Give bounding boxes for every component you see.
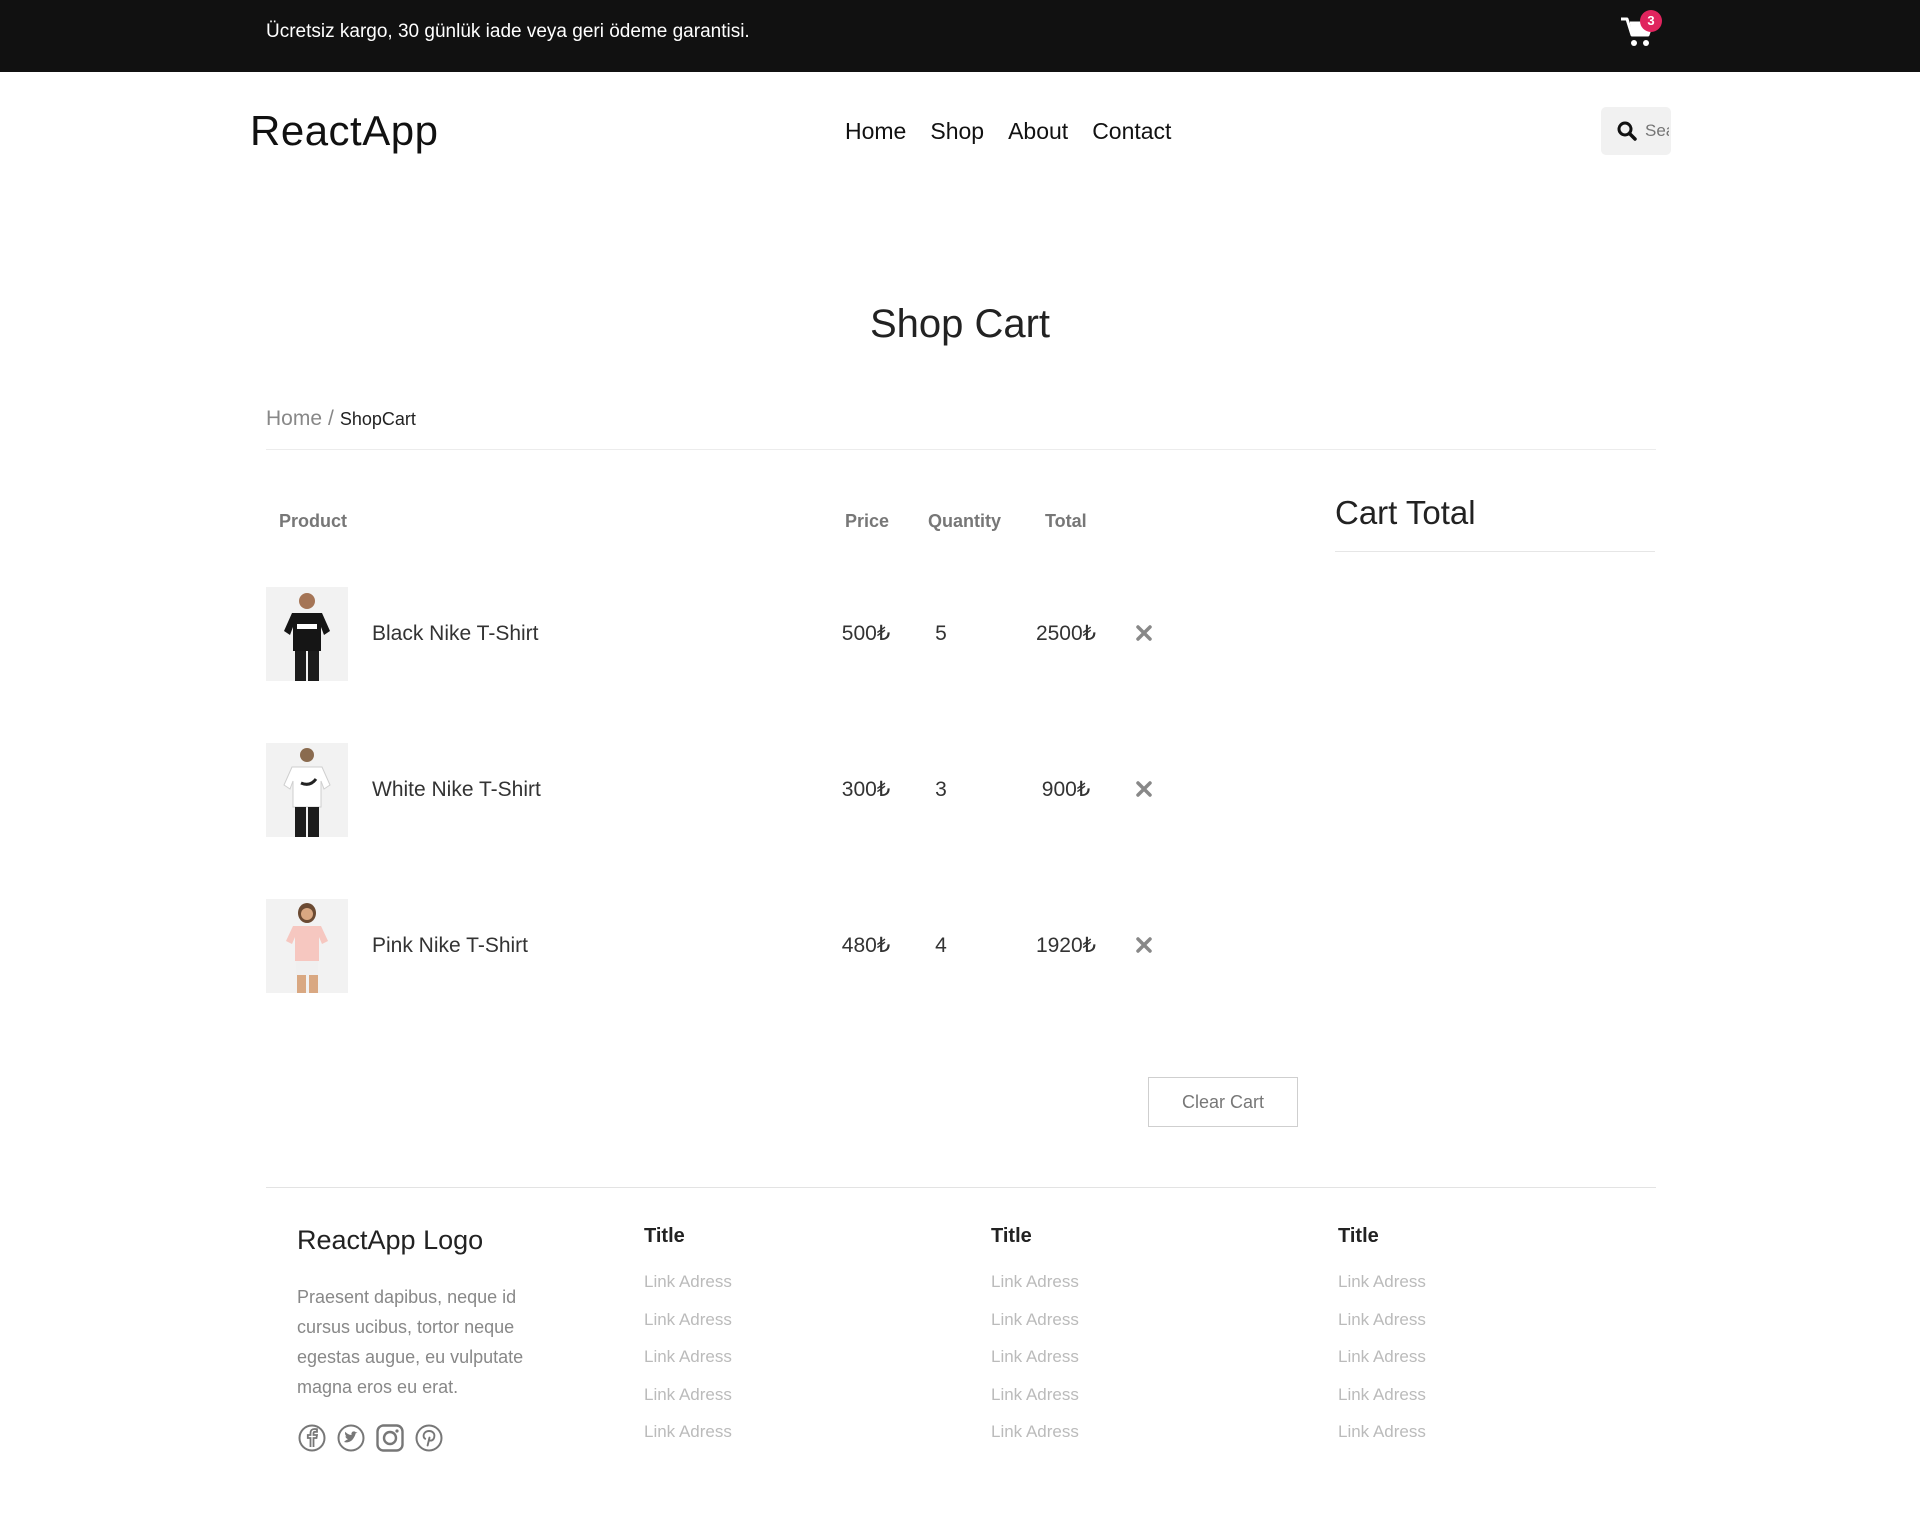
remove-item-icon[interactable] bbox=[1132, 777, 1156, 801]
footer-link[interactable]: Link Adress bbox=[991, 1421, 1079, 1443]
breadcrumb-home[interactable]: Home bbox=[266, 407, 322, 430]
footer-link[interactable]: Link Adress bbox=[644, 1309, 732, 1331]
product-quantity[interactable]: 5 bbox=[926, 620, 956, 648]
breadcrumb-current: ShopCart bbox=[339, 409, 416, 429]
footer-link[interactable]: Link Adress bbox=[1338, 1271, 1426, 1293]
breadcrumb-separator: / bbox=[328, 407, 334, 430]
remove-item-icon[interactable] bbox=[1132, 621, 1156, 645]
product-price: 300₺ bbox=[841, 778, 891, 801]
footer-link[interactable]: Link Adress bbox=[1338, 1421, 1426, 1443]
footer-logo[interactable]: ReactApp Logo bbox=[297, 1223, 483, 1257]
product-quantity[interactable]: 4 bbox=[926, 932, 956, 960]
product-price: 480₺ bbox=[841, 934, 891, 957]
footer-link[interactable]: Link Adress bbox=[991, 1271, 1079, 1293]
product-price: 500₺ bbox=[841, 622, 891, 645]
clear-cart-button[interactable]: Clear Cart bbox=[1148, 1077, 1298, 1127]
search-input[interactable] bbox=[1645, 119, 1669, 143]
logo-bold-text: App bbox=[362, 107, 439, 154]
product-total: 900₺ bbox=[1041, 778, 1091, 801]
nav-shop[interactable]: Shop bbox=[930, 116, 984, 146]
product-image-pink-tshirt[interactable] bbox=[266, 899, 348, 993]
logo-light-text: React bbox=[250, 107, 363, 154]
header-product: Product bbox=[279, 511, 348, 531]
cart-button[interactable]: 3 bbox=[1620, 10, 1664, 56]
footer-link[interactable]: Link Adress bbox=[991, 1346, 1079, 1368]
footer-divider bbox=[266, 1187, 1656, 1188]
footer-link[interactable]: Link Adress bbox=[644, 1271, 732, 1293]
twitter-icon[interactable] bbox=[336, 1423, 366, 1453]
social-links bbox=[297, 1423, 444, 1453]
footer-link[interactable]: Link Adress bbox=[1338, 1309, 1426, 1331]
pinterest-icon[interactable] bbox=[414, 1423, 444, 1453]
product-image-white-tshirt[interactable] bbox=[266, 743, 348, 837]
site-logo[interactable]: ReactApp bbox=[250, 104, 438, 158]
product-name[interactable]: Pink Nike T-Shirt bbox=[372, 932, 528, 960]
footer-link[interactable]: Link Adress bbox=[644, 1346, 732, 1368]
cart-row: Pink Nike T-Shirt 480₺ 4 1920₺ bbox=[266, 899, 1166, 993]
product-total: 1920₺ bbox=[1035, 934, 1097, 957]
nav-home[interactable]: Home bbox=[845, 116, 906, 146]
footer-column-title: Title bbox=[644, 1225, 685, 1247]
cart-row: White Nike T-Shirt 300₺ 3 900₺ bbox=[266, 743, 1166, 837]
product-name[interactable]: Black Nike T-Shirt bbox=[372, 620, 539, 648]
nav-about[interactable]: About bbox=[1008, 116, 1068, 146]
announcement-bar: Ücretsiz kargo, 30 günlük iade veya geri… bbox=[0, 0, 1920, 72]
page-title: Shop Cart bbox=[869, 302, 1051, 346]
nav-contact[interactable]: Contact bbox=[1092, 116, 1171, 146]
header-total: Total bbox=[1045, 511, 1087, 531]
footer-column: Title Link Adress Link Adress Link Adres… bbox=[991, 1223, 1079, 1459]
cart-row: Black Nike T-Shirt 500₺ 5 2500₺ bbox=[266, 587, 1166, 681]
main-nav: Home Shop About Contact bbox=[845, 116, 1171, 146]
product-total: 2500₺ bbox=[1035, 622, 1097, 645]
footer-link[interactable]: Link Adress bbox=[1338, 1384, 1426, 1406]
footer-column-title: Title bbox=[1338, 1225, 1379, 1247]
product-quantity[interactable]: 3 bbox=[926, 776, 956, 804]
cart-count-badge: 3 bbox=[1640, 10, 1662, 32]
instagram-icon[interactable] bbox=[375, 1423, 405, 1453]
announcement-text: Ücretsiz kargo, 30 günlük iade veya geri… bbox=[266, 21, 750, 42]
footer-link[interactable]: Link Adress bbox=[1338, 1346, 1426, 1368]
footer-column-title: Title bbox=[991, 1225, 1032, 1247]
facebook-icon[interactable] bbox=[297, 1423, 327, 1453]
product-name[interactable]: White Nike T-Shirt bbox=[372, 776, 541, 804]
breadcrumb: Home / ShopCart bbox=[266, 405, 416, 433]
footer-link[interactable]: Link Adress bbox=[644, 1421, 732, 1443]
footer-column: Title Link Adress Link Adress Link Adres… bbox=[644, 1223, 732, 1459]
remove-item-icon[interactable] bbox=[1132, 933, 1156, 957]
header-quantity: Quantity bbox=[928, 511, 1002, 531]
footer-column: Title Link Adress Link Adress Link Adres… bbox=[1338, 1223, 1426, 1459]
footer-description: Praesent dapibus, neque id cursus ucibus… bbox=[297, 1287, 524, 1397]
footer-link[interactable]: Link Adress bbox=[644, 1384, 732, 1406]
search-icon[interactable] bbox=[1617, 121, 1637, 141]
search-box bbox=[1601, 107, 1671, 155]
cart-total-title: Cart Total bbox=[1335, 494, 1476, 531]
product-image-black-tshirt[interactable] bbox=[266, 587, 348, 681]
divider bbox=[266, 449, 1656, 450]
divider bbox=[1335, 551, 1655, 552]
footer-link[interactable]: Link Adress bbox=[991, 1384, 1079, 1406]
footer-link[interactable]: Link Adress bbox=[991, 1309, 1079, 1331]
header-price: Price bbox=[845, 511, 890, 531]
